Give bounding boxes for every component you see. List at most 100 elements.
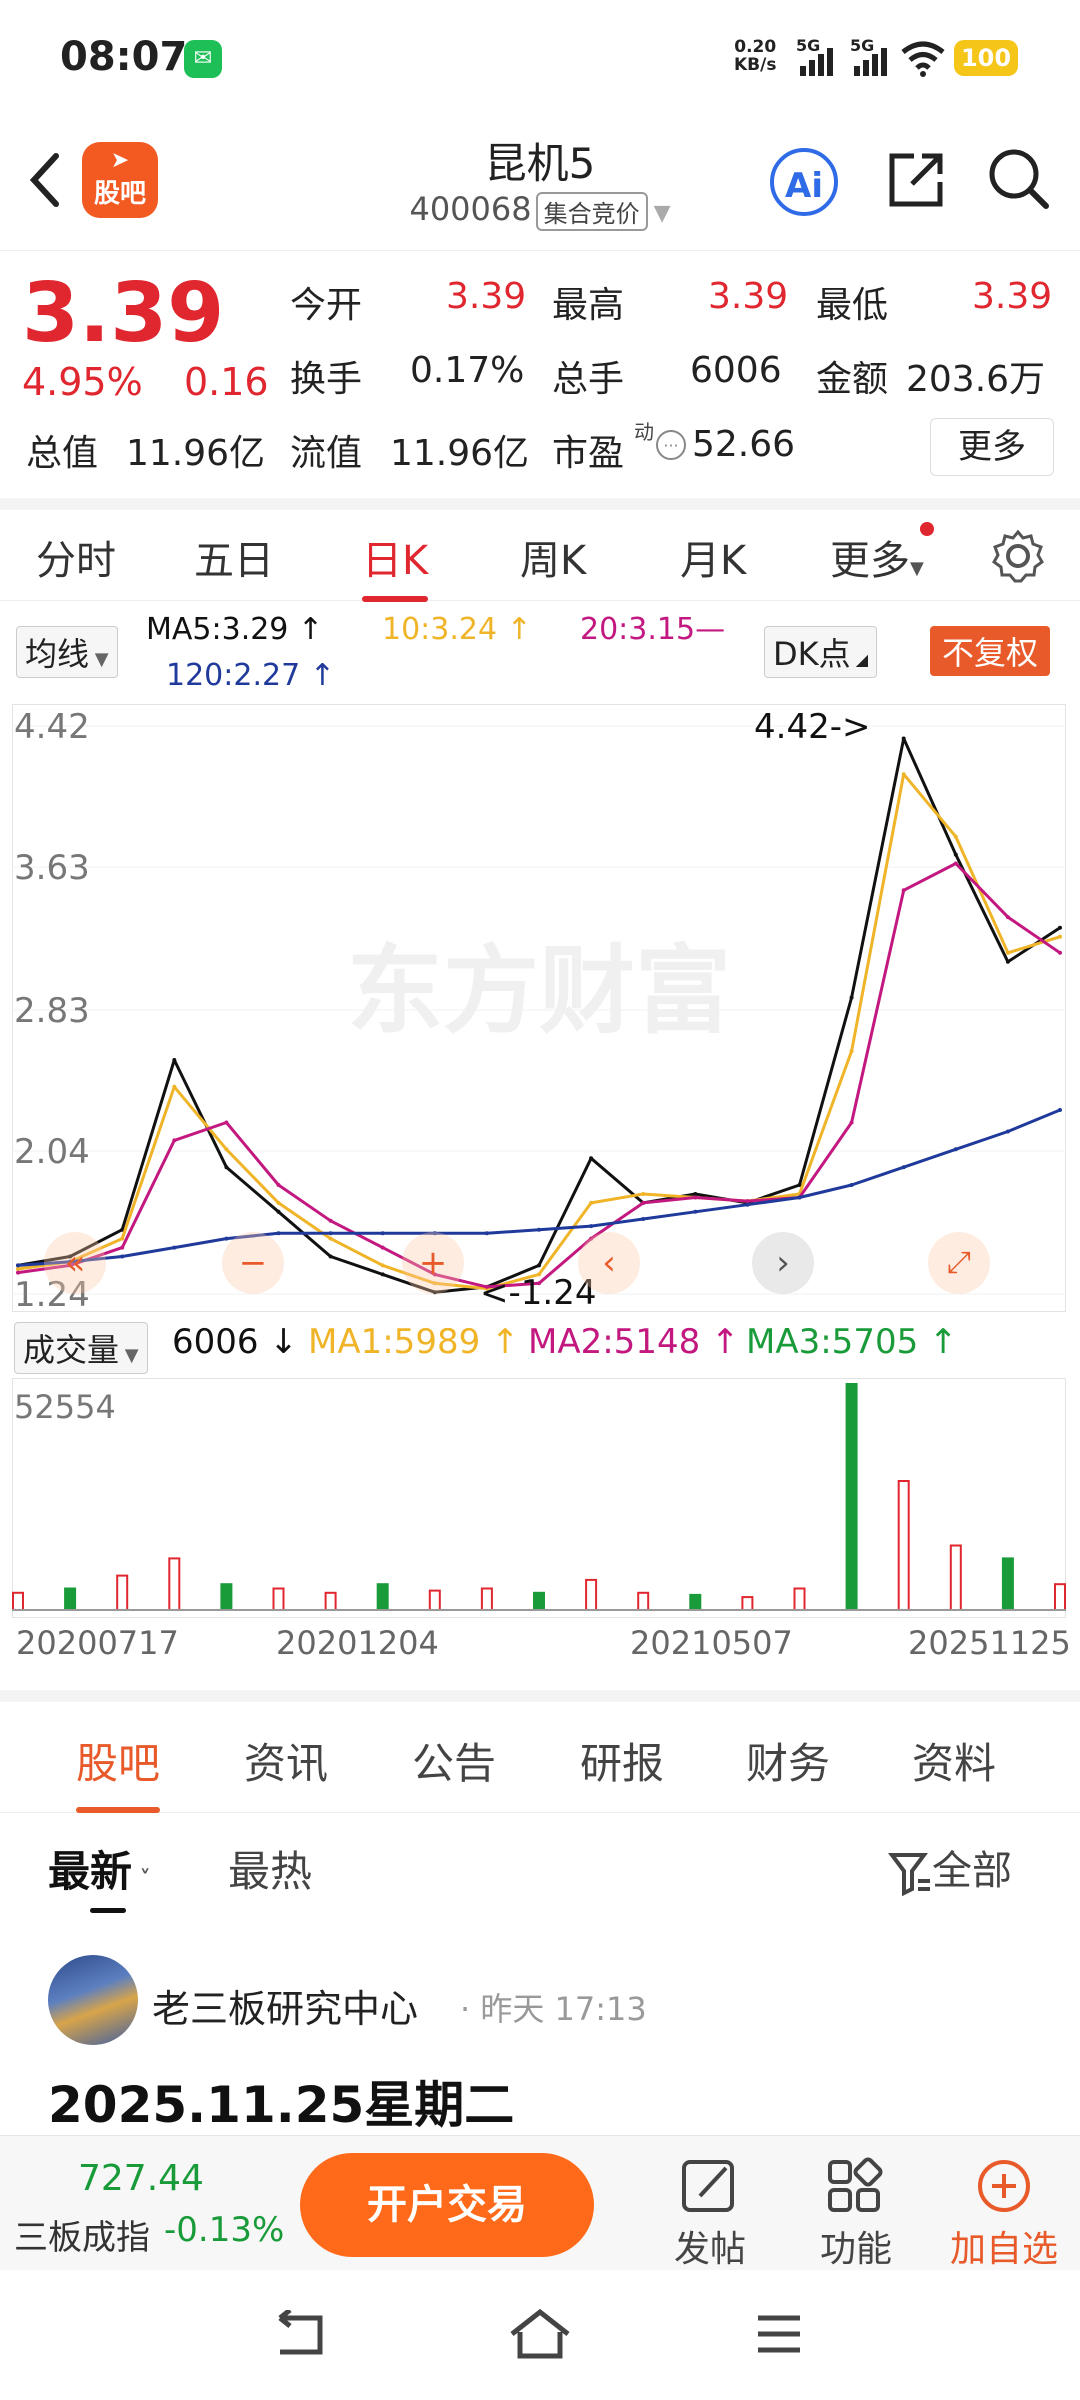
ma-point [1005, 915, 1010, 920]
index-value[interactable]: 727.44 [78, 2158, 204, 2199]
high-annotation: 4.42-> [754, 707, 870, 747]
tab-monthly-k[interactable]: 月K [680, 528, 746, 586]
volume-bar [220, 1583, 233, 1611]
ma-point [380, 1245, 385, 1250]
author-avatar[interactable] [48, 1955, 138, 2045]
tab-finance[interactable]: 财务 [746, 1730, 830, 1791]
post-time: · 昨天 17:13 [460, 1990, 647, 2028]
ma-point [172, 1138, 177, 1143]
zoom-in-icon[interactable]: + [402, 1232, 464, 1294]
tab-weekly-k[interactable]: 周K [520, 528, 586, 586]
x-tick-3: 20251125 [908, 1624, 1071, 1662]
dk-point-label: DK点 [773, 635, 851, 673]
caret-down-icon: ▼ [910, 558, 924, 579]
tab-daily-k[interactable]: 日K [362, 528, 429, 602]
post-button[interactable]: 发帖 [650, 2156, 770, 2272]
volume-ma2: MA2:5148 ↑ [528, 1322, 740, 1362]
tab-intraday[interactable]: 分时 [36, 528, 116, 586]
float-value: 11.96亿 [390, 433, 530, 474]
share-icon[interactable] [884, 148, 948, 212]
nav-menu-icon[interactable] [754, 2312, 804, 2356]
filter-icon [888, 1853, 930, 1897]
index-name[interactable]: 三板成指 [14, 2210, 150, 2259]
low-value: 3.39 [972, 276, 1053, 317]
volume-bar [585, 1578, 598, 1611]
volume-bar [793, 1587, 806, 1611]
ma-point [537, 1263, 541, 1268]
filter-button[interactable]: 全部 [888, 1838, 1012, 1897]
nav-back-icon[interactable] [270, 2310, 330, 2360]
edit-icon [682, 2160, 734, 2212]
volume-bar [741, 1596, 754, 1612]
post-title[interactable]: 2025.11.25星期二 [48, 2065, 514, 2137]
amount-label: 金额 [816, 359, 889, 400]
tab-more[interactable]: 更多▼ [830, 522, 934, 586]
nav-home-icon[interactable] [508, 2306, 572, 2362]
ma-point [953, 834, 958, 839]
ma-point [224, 1120, 229, 1125]
volume-label: 总手 [552, 359, 625, 400]
ma-point [1058, 934, 1062, 939]
net-speed-value: 0.20 [734, 37, 777, 57]
more-button[interactable]: 更多 [930, 418, 1054, 476]
ma-point [693, 1192, 698, 1196]
dk-point-button[interactable]: DK点 ◢ [764, 626, 878, 678]
sort-latest[interactable]: 最新 ˅ [48, 1838, 151, 1913]
zoom-out-icon[interactable]: − [222, 1232, 284, 1294]
tab-guba[interactable]: 股吧 [76, 1730, 161, 1813]
ma-point [1058, 925, 1062, 930]
ma-point [589, 1200, 594, 1205]
turnover-label: 换手 [290, 359, 363, 400]
ma-point [1058, 1108, 1062, 1112]
fullscreen-icon[interactable]: ⤢ [928, 1232, 990, 1294]
search-icon[interactable] [986, 146, 1052, 212]
scroll-left-fast-icon[interactable]: « [44, 1232, 106, 1294]
caret-down-icon: ▼ [89, 649, 109, 670]
ma-point [172, 1245, 177, 1250]
volume-y-tick: 52554 [14, 1388, 116, 1426]
ma20-legend: 20:3.15— [580, 612, 726, 647]
index-change: -0.13% [164, 2210, 285, 2250]
add-watchlist-button[interactable]: 加自选 [944, 2156, 1064, 2272]
ma-point [537, 1227, 541, 1232]
volume-chart[interactable]: 52554 [12, 1378, 1066, 1618]
function-button[interactable]: 功能 [796, 2156, 916, 2272]
tab-profile[interactable]: 资料 [912, 1730, 996, 1791]
signal-icon: 5G [796, 36, 840, 78]
net-speed: 0.20 KB/s [734, 38, 776, 74]
tab-news[interactable]: 资讯 [244, 1730, 328, 1791]
y-tick-label: 3.63 [14, 848, 90, 888]
ma-selector[interactable]: 均线 ▼ [16, 626, 118, 678]
x-tick-0: 20200717 [16, 1624, 179, 1662]
ma-point [484, 1231, 489, 1236]
settings-gear-icon[interactable] [990, 528, 1046, 584]
last-price: 3.39 [22, 266, 225, 361]
author-name[interactable]: 老三板研究中心 [152, 1978, 418, 2033]
adjust-button[interactable]: 不复权 [930, 626, 1051, 676]
grid-apps-icon [828, 2157, 883, 2212]
post-button-label: 发帖 [673, 2229, 746, 2270]
ai-button[interactable]: Ai [770, 148, 838, 216]
open-trade-button[interactable]: 开户交易 [300, 2153, 594, 2257]
scroll-right-icon[interactable]: › [752, 1232, 814, 1294]
price-chart[interactable]: 东方财富 4.423.632.832.041.24 4.42-> <-1.24 [12, 704, 1066, 1312]
ma-point [953, 852, 958, 857]
ma-point [641, 1192, 646, 1196]
tab-announcements[interactable]: 公告 [412, 1730, 496, 1791]
more-dots-icon[interactable]: ··· [656, 430, 686, 460]
y-tick-label: 4.42 [14, 707, 90, 747]
tab-five-day[interactable]: 五日 [194, 528, 274, 586]
scroll-left-icon[interactable]: ‹ [578, 1232, 640, 1294]
tab-more-label: 更多 [830, 538, 910, 584]
pe-label: 市盈 [552, 433, 625, 474]
signal-icon-2: 5G [850, 36, 894, 78]
status-time: 08:07 [60, 34, 188, 80]
tab-research[interactable]: 研报 [580, 1730, 664, 1791]
ma-point [745, 1202, 750, 1207]
high-label: 最高 [552, 285, 625, 326]
market-tag: 集合竞价 [535, 191, 648, 231]
sort-hot[interactable]: 最热 [228, 1838, 312, 1899]
ma-point [901, 772, 906, 777]
ma-point [901, 736, 906, 741]
volume-selector[interactable]: 成交量 ▼ [14, 1322, 148, 1374]
